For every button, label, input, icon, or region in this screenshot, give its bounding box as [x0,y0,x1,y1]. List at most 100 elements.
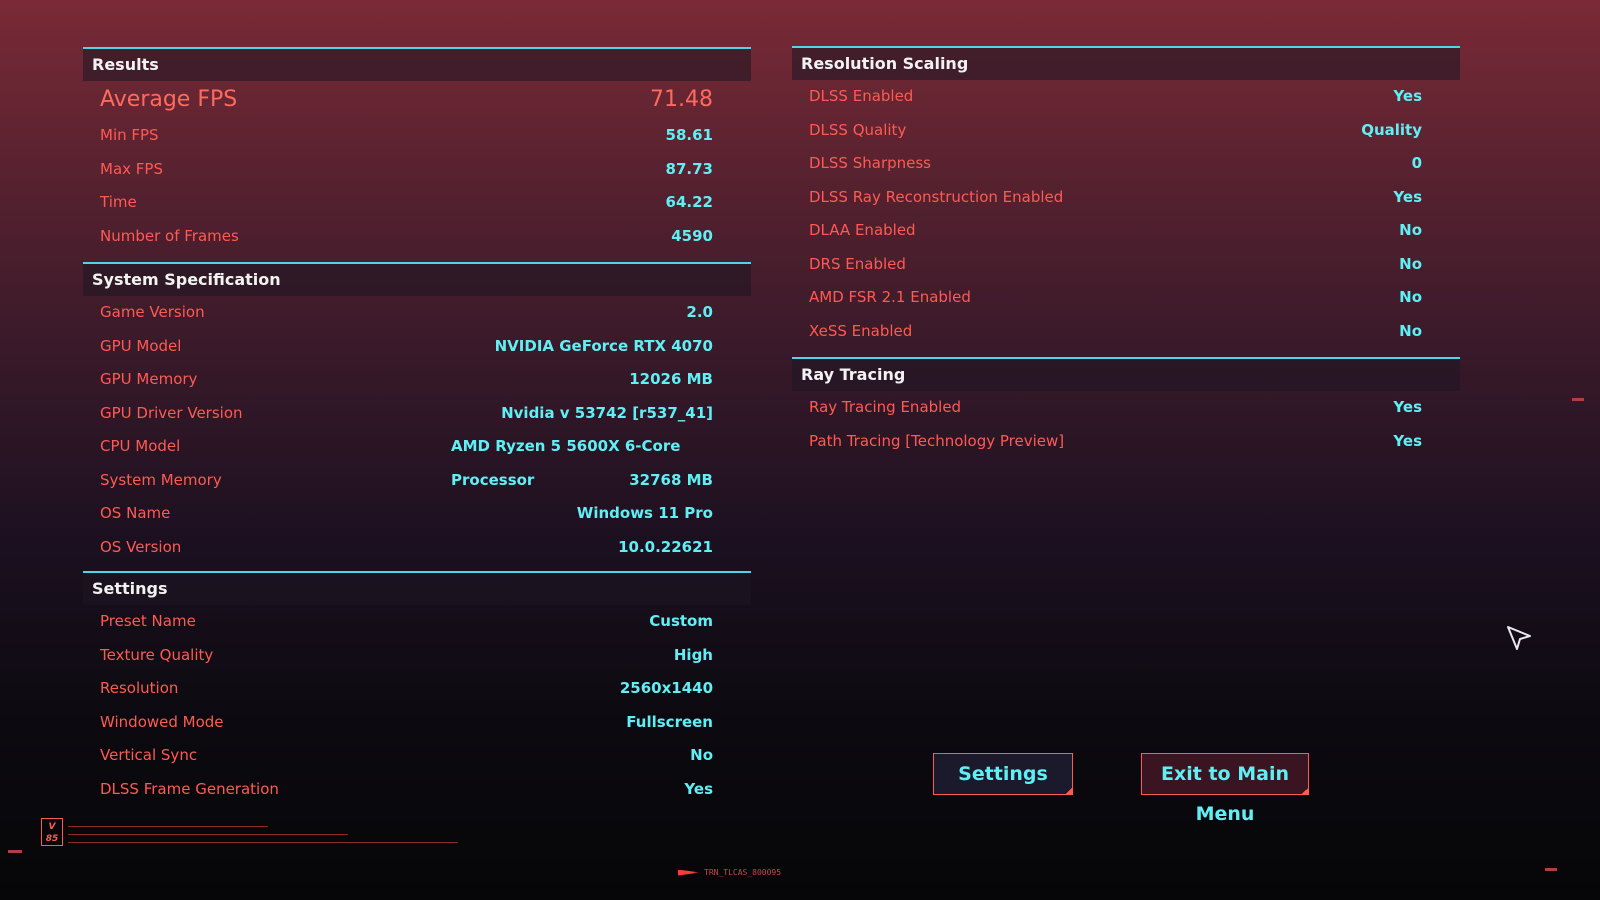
result-label: Time [100,193,137,211]
settings-row: Preset Name Custom [83,605,751,639]
system-row: GPU Memory 12026 MB [83,363,751,397]
settings-label: Resolution [100,679,179,697]
result-value: 87.73 [665,159,713,178]
ray-tracing-panel: Ray Tracing Ray Tracing Enabled Yes Path… [792,357,1460,458]
red-arrow-icon [678,869,700,876]
bottom-code-label: TRN_TLCAS_800095 [678,868,781,877]
scaling-label: DLSS Enabled [809,87,914,105]
settings-label: Vertical Sync [100,746,198,764]
legal-text-block [68,825,468,848]
scaling-label: DLSS Ray Reconstruction Enabled [809,187,1064,206]
scaling-value: No [1399,321,1422,340]
corner-mark [1545,868,1557,871]
pointer-cursor-icon [1507,626,1531,650]
system-value: 32768 MB [629,470,713,489]
result-label: Min FPS [100,126,159,144]
settings-row: DLSS Frame Generation Yes [83,773,751,807]
system-label: Game Version [100,303,205,321]
scaling-row: DLSS Enabled Yes [792,80,1460,114]
settings-value: Custom [649,612,713,630]
scaling-label: DLAA Enabled [809,221,916,239]
system-row: OS Name Windows 11 Pro [83,497,751,531]
scaling-value: No [1399,221,1422,239]
system-label: GPU Model [100,336,182,355]
result-value: 71.48 [650,87,713,112]
scaling-row: DLSS Sharpness 0 [792,147,1460,181]
result-row-frames: Number of Frames 4590 [83,220,751,254]
ray-tracing-value: Yes [1393,398,1422,416]
results-panel: Results Average FPS 71.48 Min FPS 58.61 … [83,47,751,253]
result-value: 58.61 [665,126,713,144]
system-header: System Specification [83,262,751,296]
settings-value: Fullscreen [626,712,713,731]
resolution-scaling-header: Resolution Scaling [792,46,1460,80]
system-label: OS Version [100,537,182,556]
scaling-row: DLAA Enabled No [792,214,1460,248]
scaling-row: DLSS Quality Quality [792,114,1460,148]
result-row-max-fps: Max FPS 87.73 [83,153,751,187]
result-label: Average FPS [100,87,238,112]
system-value: Nvidia v 53742 [r537_41] [501,403,713,422]
settings-row: Windowed Mode Fullscreen [83,706,751,740]
system-value: 10.0.22621 [618,537,713,556]
scaling-label: AMD FSR 2.1 Enabled [809,288,971,306]
scaling-value: No [1399,288,1422,306]
system-label: OS Name [100,504,171,522]
system-row: System Memory 32768 MB [83,464,751,498]
settings-panel: Settings Preset Name Custom Texture Qual… [83,571,751,806]
result-row-min-fps: Min FPS 58.61 [83,119,751,153]
system-label: GPU Memory [100,370,198,388]
system-row: Game Version 2.0 [83,296,751,330]
ray-tracing-header: Ray Tracing [792,357,1460,391]
system-label: GPU Driver Version [100,403,243,422]
scaling-label: DLSS Sharpness [809,154,931,172]
settings-value: High [673,645,713,664]
result-label: Number of Frames [100,226,239,245]
ray-tracing-value: Yes [1393,431,1422,450]
system-row: CPU Model AMD Ryzen 5 5600X 6-Core Proce… [83,430,751,489]
bottom-code-text: TRN_TLCAS_800095 [704,868,782,877]
scaling-label: DRS Enabled [809,254,906,273]
settings-row: Vertical Sync No [83,739,751,773]
result-label: Max FPS [100,159,163,178]
scaling-value: Yes [1393,187,1422,206]
settings-value: Yes [684,779,713,798]
system-value: 2.0 [686,303,713,321]
settings-button[interactable]: Settings [933,753,1073,795]
ray-tracing-label: Ray Tracing Enabled [809,398,962,416]
scaling-value: Yes [1393,87,1422,105]
scaling-value: Quality [1361,120,1422,139]
ray-tracing-label: Path Tracing [Technology Preview] [809,431,1065,450]
scaling-value: No [1399,254,1422,273]
scaling-value: 0 [1411,154,1422,172]
result-row-average-fps: Average FPS 71.48 [83,81,751,119]
system-value: NVIDIA GeForce RTX 4070 [494,336,713,355]
scaling-row: XeSS Enabled No [792,315,1460,349]
system-row: GPU Model NVIDIA GeForce RTX 4070 [83,330,751,364]
ray-tracing-row: Ray Tracing Enabled Yes [792,391,1460,425]
result-value: 64.22 [665,193,713,211]
settings-header: Settings [83,571,751,605]
scaling-row: DRS Enabled No [792,248,1460,282]
resolution-scaling-panel: Resolution Scaling DLSS Enabled Yes DLSS… [792,46,1460,348]
v85-badge-icon: V 85 [41,818,63,846]
result-value: 4590 [671,226,713,245]
settings-value: No [690,746,713,764]
system-value: Windows 11 Pro [576,504,713,522]
system-label: System Memory [100,470,222,489]
settings-label: Texture Quality [100,645,214,664]
scaling-label: XeSS Enabled [809,321,913,340]
system-row: GPU Driver Version Nvidia v 53742 [r537_… [83,397,751,431]
results-header: Results [83,47,751,81]
settings-label: Preset Name [100,612,196,630]
system-panel: System Specification Game Version 2.0 GP… [83,262,751,564]
scaling-label: DLSS Quality [809,120,907,139]
settings-row: Resolution 2560x1440 [83,672,751,706]
scaling-row: AMD FSR 2.1 Enabled No [792,281,1460,315]
settings-label: Windowed Mode [100,712,224,731]
corner-mark [8,850,22,853]
corner-mark [1572,398,1584,401]
exit-to-main-menu-button[interactable]: Exit to Main Menu [1141,753,1309,825]
decorative-vertical-code [20,363,32,553]
system-row: OS Version 10.0.22621 [83,531,751,565]
